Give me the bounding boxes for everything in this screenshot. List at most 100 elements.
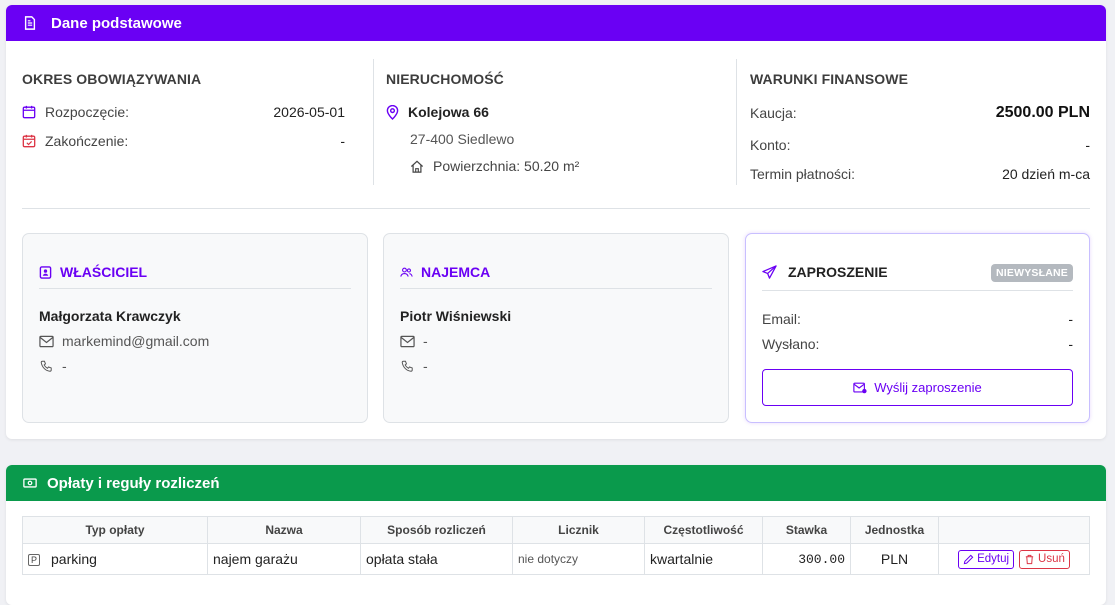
fees-table: Typ opłaty Nazwa Sposób rozliczeń Liczni… bbox=[22, 516, 1090, 575]
calendar-icon bbox=[22, 105, 36, 119]
delete-button[interactable]: Usuń bbox=[1019, 549, 1070, 569]
column-divider bbox=[373, 59, 374, 185]
cell-type: Pparking bbox=[22, 543, 208, 575]
fees-card: Opłaty i reguły rozliczeń Typ opłaty Naz… bbox=[6, 465, 1106, 605]
account-row: Konto: - bbox=[750, 137, 1090, 153]
property-title: NIERUCHOMOŚĆ bbox=[386, 71, 504, 87]
property-area-row: Powierzchnia: 50.20 m² bbox=[410, 158, 716, 174]
owner-title: WŁAŚCICIEL bbox=[60, 264, 148, 280]
invitation-panel: ZAPROSZENIE NIEWYSŁANE Email: - Wysłano:… bbox=[745, 233, 1090, 423]
owner-email-row: markemind@gmail.com bbox=[39, 333, 209, 349]
owner-phone: - bbox=[62, 358, 67, 374]
tenant-title: NAJEMCA bbox=[421, 264, 491, 280]
tenant-title-row: NAJEMCA bbox=[400, 264, 490, 280]
owner-title-row: WŁAŚCICIEL bbox=[39, 264, 147, 280]
owner-email[interactable]: markemind@gmail.com bbox=[62, 333, 209, 349]
fee-name: najem garażu bbox=[207, 543, 361, 575]
deposit-row: Kaucja: 2500.00 PLN bbox=[750, 104, 1090, 122]
tenant-email: - bbox=[423, 333, 428, 349]
paper-plane-icon bbox=[762, 264, 777, 279]
pencil-icon bbox=[963, 554, 974, 564]
account-label: Konto: bbox=[750, 137, 791, 153]
send-invitation-button[interactable]: Wyślij zaproszenie bbox=[762, 369, 1073, 406]
account-value: - bbox=[1085, 137, 1090, 153]
property-address-row: Kolejowa 66 bbox=[386, 104, 716, 120]
period-title: OKRES OBOWIĄZYWANIA bbox=[22, 71, 202, 87]
end-date-value: - bbox=[340, 133, 345, 149]
trash-icon bbox=[1025, 554, 1034, 564]
delete-label: Usuń bbox=[1038, 553, 1065, 565]
invitation-sent-row: Wysłano: - bbox=[762, 336, 1073, 352]
document-icon bbox=[24, 16, 36, 30]
property-city: 27-400 Siedlewo bbox=[410, 131, 515, 147]
finance-title: WARUNKI FINANSOWE bbox=[750, 71, 909, 87]
map-pin-icon bbox=[386, 104, 399, 120]
invitation-sent-label: Wysłano: bbox=[762, 336, 820, 352]
fee-meter: nie dotyczy bbox=[512, 543, 645, 575]
tenant-email-row: - bbox=[400, 333, 428, 349]
cell-actions: Edytuj Usuń bbox=[938, 543, 1090, 575]
fees-table-header-row: Typ opłaty Nazwa Sposób rozliczeń Liczni… bbox=[22, 516, 1090, 544]
start-date-value: 2026-05-01 bbox=[273, 104, 345, 120]
deposit-value: 2500.00 PLN bbox=[995, 104, 1090, 121]
end-date-label: Zakończenie: bbox=[45, 133, 129, 149]
end-date-row: Zakończenie: - bbox=[22, 133, 345, 149]
send-invitation-label: Wyślij zaproszenie bbox=[874, 380, 982, 395]
basic-data-card: Dane podstawowe OKRES OBOWIĄZYWANIA Rozp… bbox=[6, 5, 1106, 439]
envelope-icon bbox=[39, 335, 54, 347]
calendar-check-icon bbox=[22, 134, 36, 148]
col-header-meter: Licznik bbox=[512, 516, 645, 544]
finance-section: WARUNKI FINANSOWE Kaucja: 2500.00 PLN Ko… bbox=[750, 41, 1090, 191]
people-icon bbox=[400, 267, 413, 277]
section-divider bbox=[22, 208, 1090, 209]
invitation-title-row: ZAPROSZENIE bbox=[762, 264, 888, 280]
property-section: NIERUCHOMOŚĆ Kolejowa 66 27-400 Siedlewo… bbox=[386, 41, 716, 191]
deposit-label: Kaucja: bbox=[750, 105, 797, 121]
column-divider bbox=[736, 59, 737, 185]
invitation-email-row: Email: - bbox=[762, 311, 1073, 327]
fee-rate: 300.00 bbox=[762, 543, 851, 575]
invitation-email-label: Email: bbox=[762, 311, 801, 327]
tenant-name: Piotr Wiśniewski bbox=[400, 308, 512, 324]
tenant-phone: - bbox=[423, 358, 428, 374]
fee-frequency: kwartalnie bbox=[644, 543, 763, 575]
start-date-row: Rozpoczęcie: 2026-05-01 bbox=[22, 104, 345, 120]
fees-title: Opłaty i reguły rozliczeń bbox=[47, 474, 220, 492]
property-street: Kolejowa 66 bbox=[408, 104, 489, 120]
tenant-phone-row: - bbox=[400, 358, 428, 374]
basic-data-header: Dane podstawowe bbox=[6, 5, 1106, 41]
col-header-frequency: Częstotliwość bbox=[644, 516, 763, 544]
house-icon bbox=[410, 159, 424, 173]
parking-icon: P bbox=[28, 554, 40, 567]
fees-header: Opłaty i reguły rozliczeń bbox=[6, 465, 1106, 501]
col-header-type: Typ opłaty bbox=[22, 516, 208, 544]
edit-button[interactable]: Edytuj bbox=[958, 549, 1015, 569]
invitation-status-badge: NIEWYSŁANE bbox=[990, 264, 1073, 282]
payment-term-label: Termin płatności: bbox=[750, 166, 856, 182]
invitation-sent-value: - bbox=[1068, 336, 1073, 352]
fee-method: opłata stała bbox=[360, 543, 513, 575]
col-header-name: Nazwa bbox=[207, 516, 361, 544]
fee-type: parking bbox=[51, 551, 97, 567]
tenant-panel: NAJEMCA Piotr Wiśniewski - - bbox=[383, 233, 729, 423]
invitation-title: ZAPROSZENIE bbox=[788, 264, 888, 280]
owner-panel: WŁAŚCICIEL Małgorzata Krawczyk markemind… bbox=[22, 233, 368, 423]
fee-unit: PLN bbox=[850, 543, 939, 575]
period-section: OKRES OBOWIĄZYWANIA Rozpoczęcie: 2026-05… bbox=[22, 41, 345, 191]
col-header-method: Sposób rozliczeń bbox=[360, 516, 513, 544]
payment-term-value: 20 dzień m-ca bbox=[1002, 166, 1090, 182]
phone-icon bbox=[40, 360, 52, 372]
envelope-send-icon bbox=[853, 382, 867, 393]
start-date-label: Rozpoczęcie: bbox=[45, 104, 130, 120]
invitation-divider bbox=[762, 290, 1073, 291]
basic-data-title: Dane podstawowe bbox=[51, 14, 182, 32]
property-area: Powierzchnia: 50.20 m² bbox=[433, 158, 580, 174]
phone-icon bbox=[401, 360, 413, 372]
col-header-rate: Stawka bbox=[762, 516, 851, 544]
tenant-divider bbox=[400, 288, 712, 289]
envelope-icon bbox=[400, 335, 415, 347]
edit-label: Edytuj bbox=[977, 553, 1010, 565]
invitation-email-value: - bbox=[1068, 311, 1073, 327]
owner-name: Małgorzata Krawczyk bbox=[39, 308, 181, 324]
payment-term-row: Termin płatności: 20 dzień m-ca bbox=[750, 166, 1090, 182]
